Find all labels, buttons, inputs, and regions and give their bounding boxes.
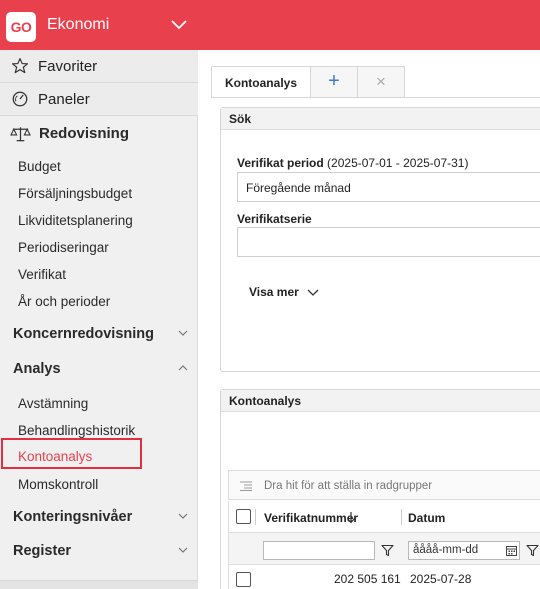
filter-icon[interactable] bbox=[526, 544, 539, 557]
tab-kontoanalys[interactable]: Kontoanalys bbox=[211, 66, 311, 98]
sidebar-section-label: Konteringsnivåer bbox=[13, 509, 133, 525]
group-hint: Dra hit för att ställa in radgrupper bbox=[264, 480, 433, 492]
close-icon: × bbox=[376, 72, 386, 91]
tab-label: Kontoanalys bbox=[224, 76, 297, 90]
sidebar-item-budget[interactable]: Budget bbox=[18, 159, 61, 174]
go-logo[interactable]: GO bbox=[6, 12, 36, 42]
column-header-verifikatnummer[interactable]: Verifikatnummer bbox=[264, 511, 358, 525]
sidebar-item-label: Favoriter bbox=[38, 58, 98, 75]
sidebar-item-momskontroll[interactable]: Momskontroll bbox=[18, 477, 98, 492]
sidebar-section-konteringsnivaer[interactable]: Konteringsnivåer bbox=[0, 500, 198, 534]
sidebar-item-paneler[interactable]: Paneler bbox=[0, 83, 198, 116]
column-header-datum[interactable]: Datum bbox=[408, 511, 445, 525]
sidebar-item-favoriter[interactable]: Favoriter bbox=[0, 50, 198, 83]
sidebar-item-ar-och-perioder[interactable]: År och perioder bbox=[18, 294, 110, 309]
show-more-label: Visa mer bbox=[249, 285, 299, 299]
search-panel-header: Sök bbox=[221, 108, 540, 130]
chevron-down-icon bbox=[178, 547, 188, 553]
period-label-text: Verifikat period bbox=[237, 156, 324, 170]
select-all-checkbox[interactable] bbox=[236, 509, 251, 524]
chevron-down-icon bbox=[307, 289, 319, 297]
show-more-button[interactable]: Visa mer bbox=[249, 285, 319, 299]
sidebar-item-behandlingshistorik[interactable]: Behandlingshistorik bbox=[18, 423, 135, 438]
tab-divider bbox=[211, 97, 540, 98]
group-rows-icon bbox=[240, 481, 252, 491]
sort-down-icon[interactable] bbox=[346, 511, 356, 524]
plus-icon: + bbox=[328, 70, 340, 92]
period-label: Verifikat period (2025-07-01 - 2025-07-3… bbox=[237, 156, 468, 170]
selection-highlight bbox=[1, 438, 142, 469]
app-header: GO Ekonomi bbox=[0, 0, 540, 50]
close-tab-button[interactable]: × bbox=[357, 66, 405, 98]
sidebar-section-label: Redovisning bbox=[39, 125, 130, 142]
gauge-icon bbox=[12, 91, 28, 107]
series-label: Verifikatserie bbox=[237, 212, 312, 226]
sidebar-section-koncernredovisning[interactable]: Koncernredovisning bbox=[0, 317, 198, 351]
group-drop-zone[interactable]: Dra hit för att ställa in radgrupper bbox=[228, 470, 540, 500]
column-separator bbox=[401, 509, 402, 525]
sidebar-section-label: Register bbox=[13, 543, 72, 559]
verifikatnummer-filter-input[interactable] bbox=[263, 541, 375, 560]
chevron-down-icon[interactable] bbox=[170, 17, 188, 31]
chevron-down-icon bbox=[178, 330, 188, 336]
add-tab-button[interactable]: + bbox=[310, 66, 358, 98]
grid-header: Verifikatnummer Datum bbox=[228, 501, 540, 533]
chevron-down-icon bbox=[178, 513, 188, 519]
sidebar-item-periodiseringar[interactable]: Periodiseringar bbox=[18, 240, 109, 255]
cell-datum: 2025-07-28 bbox=[410, 572, 472, 586]
cell-verifikatnummer: 202 505 161 bbox=[334, 572, 401, 586]
sidebar: Favoriter Paneler Redovisning Budget För… bbox=[0, 50, 198, 589]
sidebar-footer bbox=[0, 580, 198, 589]
date-filter-input[interactable]: åååå-mm-dd bbox=[408, 541, 520, 560]
result-panel-header: Kontoanalys bbox=[221, 390, 540, 412]
calendar-icon[interactable] bbox=[506, 545, 517, 556]
search-panel-title: Sök bbox=[229, 112, 252, 126]
row-checkbox[interactable] bbox=[236, 572, 251, 587]
period-select[interactable]: Föregående månad bbox=[237, 172, 540, 202]
sidebar-section-label: Koncernredovisning bbox=[13, 326, 154, 342]
star-icon bbox=[11, 58, 29, 74]
sidebar-item-forsaljningsbudget[interactable]: Försäljningsbudget bbox=[18, 186, 132, 201]
period-range-text: (2025-07-01 - 2025-07-31) bbox=[327, 156, 469, 170]
scales-icon bbox=[10, 127, 31, 142]
sidebar-item-likviditetsplanering[interactable]: Likviditetsplanering bbox=[18, 213, 133, 228]
chevron-up-icon bbox=[178, 365, 188, 371]
sidebar-section-analys[interactable]: Analys bbox=[0, 352, 198, 386]
sidebar-item-verifikat[interactable]: Verifikat bbox=[18, 267, 66, 282]
grid-filter-row: åååå-mm-dd bbox=[228, 533, 540, 565]
sidebar-section-register[interactable]: Register bbox=[0, 534, 198, 568]
sidebar-item-avstamning[interactable]: Avstämning bbox=[18, 396, 88, 411]
column-separator bbox=[255, 509, 256, 525]
result-panel-title: Kontoanalys bbox=[229, 394, 302, 408]
sidebar-section-redovisning[interactable]: Redovisning bbox=[0, 116, 198, 150]
filter-icon[interactable] bbox=[381, 544, 394, 557]
app-title[interactable]: Ekonomi bbox=[47, 16, 109, 34]
table-row[interactable]: 202 505 161 2025-07-28 bbox=[228, 565, 540, 589]
sidebar-section-label: Analys bbox=[13, 361, 61, 377]
sidebar-item-label: Paneler bbox=[38, 91, 90, 108]
series-input[interactable] bbox=[237, 227, 540, 257]
